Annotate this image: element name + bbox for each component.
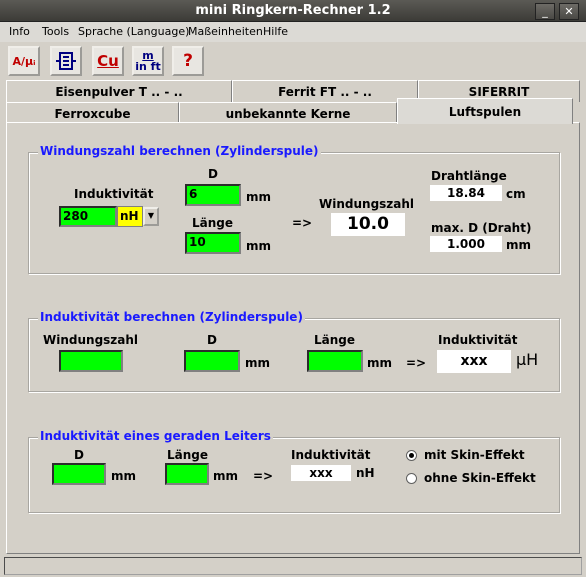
tab-panel: Windungszahl berechnen (Zylinderspule) I… <box>6 122 580 554</box>
turns-label-2: Windungszahl <box>43 333 139 347</box>
d-unit-2: mm <box>245 356 271 370</box>
menu-tools[interactable]: Tools <box>42 25 69 38</box>
inductance-unit-select[interactable]: nH <box>117 206 143 227</box>
length-input[interactable]: 10 <box>185 232 241 254</box>
length-unit-3: mm <box>213 469 239 483</box>
coil-icon <box>56 52 76 70</box>
wire-length-output: 18.84 <box>430 185 502 201</box>
straight-wire-group: Induktivität eines geraden Leiters D mm … <box>28 429 560 513</box>
tab-luftspulen[interactable]: Luftspulen <box>397 98 573 124</box>
chevron-down-icon[interactable]: ▼ <box>143 207 159 226</box>
length-label: Länge <box>192 216 234 230</box>
turns-input-2[interactable] <box>59 350 123 372</box>
d-input-2[interactable] <box>184 350 240 372</box>
inductance-input[interactable]: 280 <box>59 206 117 227</box>
al-calc-button[interactable]: A/μᵢ <box>8 46 40 76</box>
window-title: mini Ringkern-Rechner 1.2 <box>195 3 391 18</box>
toolbar: A/μᵢ Cu m in ft ? <box>0 42 586 78</box>
menu-help[interactable]: Hilfe <box>263 25 288 38</box>
tab-row-front: Ferroxcube unbekannte Kerne Luftspulen <box>0 98 586 124</box>
tab-eisenpulver[interactable]: Eisenpulver T .. - .. <box>6 80 232 102</box>
inductance-unit-2: μH <box>516 350 539 369</box>
arrow-text-2: => <box>406 356 427 370</box>
turns-calc-group: Windungszahl berechnen (Zylinderspule) I… <box>28 144 560 274</box>
inductance-label-3: Induktivität <box>291 448 371 462</box>
length-unit-2: mm <box>367 356 393 370</box>
skin-effect-on-radio[interactable] <box>406 450 417 461</box>
d-label-2: D <box>207 333 217 347</box>
menu-language[interactable]: Sprache (Language) <box>78 25 189 38</box>
max-d-unit: mm <box>506 238 532 252</box>
skin-effect-on-label[interactable]: mit Skin-Effekt <box>424 448 525 462</box>
straight-wire-title: Induktivität eines geraden Leiters <box>38 429 273 443</box>
max-d-label: max. D (Draht) <box>431 221 532 235</box>
inductance-output-2: xxx <box>437 350 511 373</box>
turns-label: Windungszahl <box>319 197 415 211</box>
d-input[interactable]: 6 <box>185 184 241 206</box>
question-icon: ? <box>183 51 193 71</box>
d-unit-3: mm <box>111 469 137 483</box>
turns-output: 10.0 <box>331 213 405 236</box>
d-label-3: D <box>74 448 84 462</box>
inductance-unit-3: nH <box>356 466 375 480</box>
length-label-2: Länge <box>314 333 356 347</box>
menu-units[interactable]: Maßeinheiten <box>188 25 263 38</box>
minimize-button[interactable]: _ <box>535 3 555 20</box>
menu-info[interactable]: Info <box>9 25 30 38</box>
close-button[interactable]: ✕ <box>559 3 579 20</box>
arrow-text: => <box>292 216 313 230</box>
length-unit: mm <box>246 239 272 253</box>
turns-calc-title: Windungszahl berechnen (Zylinderspule) <box>38 144 321 158</box>
skin-effect-off-radio[interactable] <box>406 473 417 484</box>
inductance-calc-group: Induktivität berechnen (Zylinderspule) W… <box>28 310 560 392</box>
al-icon: A/μᵢ <box>12 54 36 68</box>
cu-icon: Cu <box>97 52 119 70</box>
skin-effect-off-label[interactable]: ohne Skin-Effekt <box>424 471 536 485</box>
units-button[interactable]: m in ft <box>132 46 164 76</box>
units-icon-bottom: in ft <box>135 60 161 73</box>
inductance-output-3: xxx <box>291 465 351 481</box>
arrow-text-3: => <box>253 469 274 483</box>
d-unit: mm <box>246 190 272 204</box>
help-button[interactable]: ? <box>172 46 204 76</box>
length-input-3[interactable] <box>165 463 209 485</box>
wire-length-label: Drahtlänge <box>431 169 507 183</box>
length-input-2[interactable] <box>307 350 363 372</box>
d-input-3[interactable] <box>52 463 106 485</box>
tab-ferroxcube[interactable]: Ferroxcube <box>6 102 179 124</box>
inductance-calc-title: Induktivität berechnen (Zylinderspule) <box>38 310 305 324</box>
inductance-label: Induktivität <box>74 187 154 201</box>
d-label: D <box>208 167 218 181</box>
inductance-label-2: Induktivität <box>438 333 518 347</box>
menu-bar: Info Tools Sprache (Language) Maßeinheit… <box>0 22 586 42</box>
circuit-button[interactable] <box>50 46 82 76</box>
wire-length-unit: cm <box>506 187 526 201</box>
length-label-3: Länge <box>167 448 209 462</box>
title-bar: mini Ringkern-Rechner 1.2 _ □ ✕ <box>0 0 586 22</box>
copper-wire-button[interactable]: Cu <box>92 46 124 76</box>
max-d-output: 1.000 <box>430 236 502 252</box>
status-bar <box>4 557 582 575</box>
tab-ferrit[interactable]: Ferrit FT .. - .. <box>232 80 418 102</box>
tab-unbekannte-kerne[interactable]: unbekannte Kerne <box>179 102 397 124</box>
